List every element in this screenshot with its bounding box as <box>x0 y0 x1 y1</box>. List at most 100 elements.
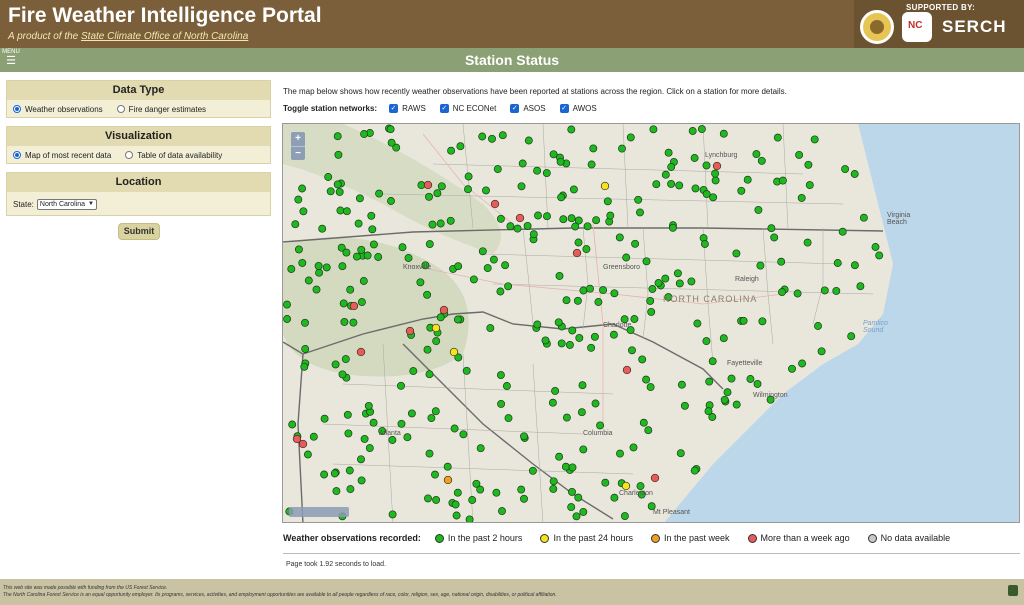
station-marker[interactable] <box>326 187 335 196</box>
station-marker[interactable] <box>798 359 807 368</box>
station-marker[interactable] <box>360 130 369 138</box>
station-marker[interactable] <box>468 496 477 504</box>
station-marker[interactable] <box>603 197 612 206</box>
station-marker[interactable] <box>476 444 485 453</box>
station-marker[interactable] <box>345 466 354 475</box>
station-marker[interactable] <box>342 248 351 257</box>
station-marker[interactable] <box>567 125 576 134</box>
station-marker[interactable] <box>416 278 425 287</box>
station-marker[interactable] <box>294 245 303 254</box>
station-marker[interactable] <box>299 207 308 216</box>
station-marker[interactable] <box>496 287 505 296</box>
weather-observations-radio[interactable]: Weather observations <box>13 105 103 114</box>
station-marker[interactable] <box>439 305 449 315</box>
station-marker[interactable] <box>568 487 576 496</box>
station-marker[interactable] <box>541 336 550 345</box>
station-marker[interactable] <box>330 469 339 478</box>
station-marker[interactable] <box>542 169 551 178</box>
station-marker[interactable] <box>704 407 713 416</box>
station-marker[interactable] <box>644 426 653 435</box>
station-marker[interactable] <box>579 286 588 295</box>
station-marker[interactable] <box>301 318 309 327</box>
station-marker[interactable] <box>571 222 580 231</box>
station-marker[interactable] <box>620 512 629 521</box>
station-marker[interactable] <box>567 214 576 223</box>
station-marker[interactable] <box>615 233 624 242</box>
station-marker[interactable] <box>386 125 395 134</box>
station-marker[interactable] <box>559 215 568 224</box>
station-marker[interactable] <box>690 466 699 475</box>
station-marker[interactable] <box>504 414 513 423</box>
station-marker[interactable] <box>357 245 366 254</box>
station-marker[interactable] <box>363 251 372 260</box>
station-marker[interactable] <box>777 257 786 266</box>
station-marker[interactable] <box>555 452 564 461</box>
station-marker[interactable] <box>629 443 638 452</box>
station-marker[interactable] <box>636 482 645 491</box>
station-marker[interactable] <box>528 466 537 475</box>
station-marker[interactable] <box>634 195 643 204</box>
station-marker[interactable] <box>482 186 490 195</box>
station-marker[interactable] <box>301 345 310 353</box>
station-marker[interactable] <box>810 135 819 144</box>
station-marker[interactable] <box>492 488 501 497</box>
station-marker[interactable] <box>795 150 804 159</box>
station-marker[interactable] <box>403 433 412 442</box>
station-marker[interactable] <box>630 315 639 323</box>
station-marker[interactable] <box>344 429 353 438</box>
station-marker[interactable] <box>578 381 587 390</box>
station-marker[interactable] <box>667 163 676 171</box>
station-marker[interactable] <box>687 277 696 286</box>
station-marker[interactable] <box>609 330 618 339</box>
station-marker[interactable] <box>626 133 635 142</box>
station-marker[interactable] <box>579 445 588 454</box>
station-marker[interactable] <box>642 375 651 384</box>
station-marker[interactable] <box>506 222 515 231</box>
station-marker[interactable] <box>727 374 736 383</box>
station-marker[interactable] <box>739 316 748 325</box>
station-marker[interactable] <box>357 476 366 485</box>
station-marker[interactable] <box>719 334 728 343</box>
station-marker[interactable] <box>589 144 598 153</box>
station-marker[interactable] <box>723 388 732 397</box>
station-marker[interactable] <box>574 238 583 247</box>
station-marker[interactable] <box>600 181 610 191</box>
station-marker[interactable] <box>573 296 582 305</box>
station-marker[interactable] <box>841 165 850 174</box>
station-marker[interactable] <box>622 253 631 262</box>
station-marker[interactable] <box>711 169 720 178</box>
station-marker[interactable] <box>453 315 462 324</box>
station-marker[interactable] <box>549 484 558 493</box>
station-marker[interactable] <box>283 315 292 323</box>
station-marker[interactable] <box>856 282 865 291</box>
station-marker[interactable] <box>803 238 812 247</box>
awos-checkbox[interactable]: ✓ AWOS <box>559 104 597 113</box>
station-marker[interactable] <box>320 470 329 479</box>
station-marker[interactable] <box>543 212 551 221</box>
station-marker[interactable] <box>583 222 592 231</box>
station-marker[interactable] <box>456 142 465 151</box>
station-marker[interactable] <box>838 227 847 236</box>
station-marker[interactable] <box>572 248 582 258</box>
station-marker[interactable] <box>850 261 859 270</box>
station-marker[interactable] <box>405 326 415 336</box>
station-marker[interactable] <box>513 224 522 233</box>
station-marker[interactable] <box>712 161 722 171</box>
station-marker[interactable] <box>647 307 656 316</box>
station-marker[interactable] <box>346 285 355 294</box>
station-marker[interactable] <box>719 129 728 138</box>
station-marker[interactable] <box>497 399 506 408</box>
state-select[interactable]: North Carolina ▼ <box>36 198 97 210</box>
station-marker[interactable] <box>465 515 474 523</box>
station-marker[interactable] <box>332 487 341 496</box>
zoom-in-button[interactable]: + <box>291 132 305 146</box>
station-marker[interactable] <box>287 265 296 273</box>
station-marker[interactable] <box>548 398 557 407</box>
station-marker[interactable] <box>425 370 434 379</box>
station-marker[interactable] <box>437 182 446 191</box>
station-marker[interactable] <box>452 511 461 520</box>
station-marker[interactable] <box>498 507 506 516</box>
station-marker[interactable] <box>649 125 658 134</box>
station-marker[interactable] <box>341 355 350 364</box>
station-marker[interactable] <box>773 133 782 142</box>
